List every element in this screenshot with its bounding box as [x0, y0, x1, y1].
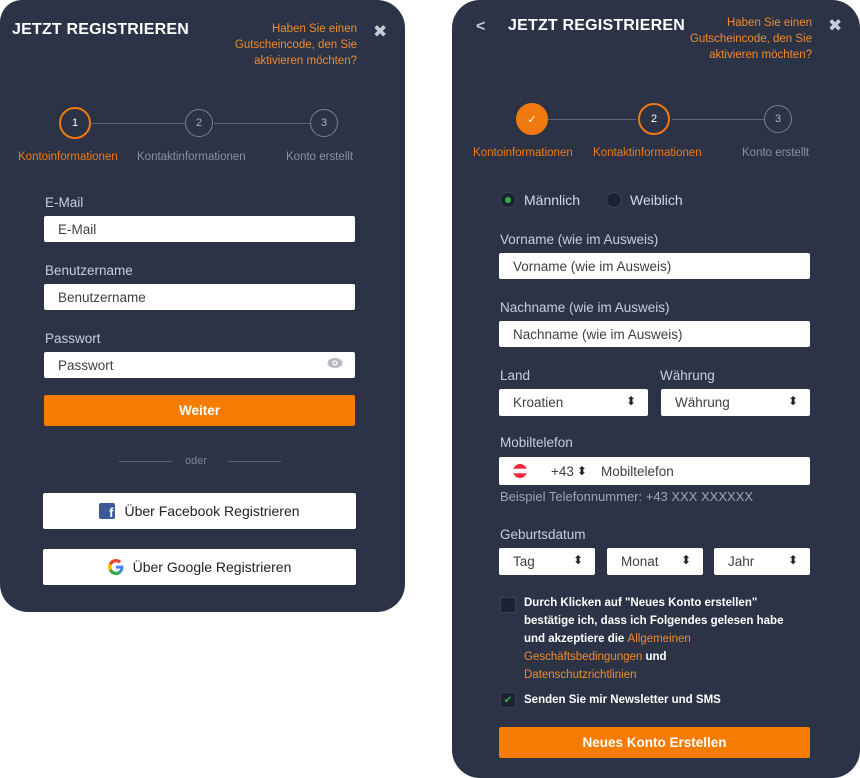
voucher-code-link[interactable]: Haben Sie einen Gutscheincode, den Sie a…: [632, 15, 812, 63]
month-value: Monat: [621, 554, 659, 569]
lastname-field[interactable]: Nachname (wie im Ausweis): [499, 321, 810, 347]
google-icon: [107, 559, 124, 575]
check-icon: ✔: [503, 694, 513, 706]
step-2-circle: 2: [185, 109, 213, 137]
dial-code-arrows-icon[interactable]: ⬍: [577, 464, 587, 478]
dial-code[interactable]: +43: [551, 464, 574, 479]
close-icon[interactable]: ✖: [828, 16, 842, 36]
dob-day-select[interactable]: Tag ⬍: [499, 548, 595, 575]
gender-female-radio[interactable]: [606, 192, 622, 208]
select-arrows-icon: ⬍: [572, 553, 583, 567]
country-label: Land: [500, 368, 531, 383]
radio-selected-dot: [505, 197, 511, 203]
step-connector: [672, 119, 764, 120]
terms-checkbox[interactable]: [500, 597, 516, 613]
step-connector: [548, 119, 636, 120]
currency-value: Währung: [675, 395, 730, 410]
facebook-button-label: Über Facebook Registrieren: [124, 503, 300, 519]
country-value: Kroatien: [513, 395, 564, 410]
select-arrows-icon: ⬍: [787, 394, 798, 408]
step-1-label: Kontoinformationen: [18, 151, 118, 163]
username-label: Benutzername: [45, 263, 133, 278]
terms-link[interactable]: Allgemeinen: [628, 633, 691, 645]
step-2-label: Kontaktinformationen: [593, 147, 702, 159]
terms-text: Durch Klicken auf "Neues Konto erstellen…: [524, 597, 784, 681]
mobile-placeholder: Mobiltelefon: [600, 463, 674, 479]
newsletter-checkbox[interactable]: ✔: [500, 692, 516, 708]
facebook-register-button[interactable]: f Über Facebook Registrieren: [43, 493, 356, 529]
step-connector: [88, 123, 186, 124]
password-field[interactable]: Passwort: [44, 352, 355, 378]
close-icon[interactable]: ✖: [373, 22, 387, 42]
currency-select[interactable]: Währung ⬍: [661, 389, 810, 416]
google-register-button[interactable]: Über Google Registrieren: [43, 549, 356, 585]
newsletter-label: Senden Sie mir Newsletter und SMS: [524, 694, 721, 706]
email-label: E-Mail: [45, 195, 84, 210]
divider-line: [228, 461, 281, 462]
select-arrows-icon: ⬍: [625, 394, 636, 408]
dob-month-select[interactable]: Monat ⬍: [607, 548, 703, 575]
password-label: Passwort: [45, 331, 101, 346]
eye-icon[interactable]: [327, 357, 343, 372]
next-button[interactable]: Weiter: [44, 395, 355, 426]
create-account-button[interactable]: Neues Konto Erstellen: [499, 727, 810, 758]
username-field[interactable]: Benutzername: [44, 284, 355, 310]
select-arrows-icon: ⬍: [680, 553, 691, 567]
dob-year-select[interactable]: Jahr ⬍: [714, 548, 810, 575]
year-value: Jahr: [728, 554, 755, 569]
panel-title: JETZT REGISTRIEREN: [12, 21, 189, 38]
mobile-field[interactable]: +43 ⬍ Mobiltelefon: [499, 457, 810, 485]
select-arrows-icon: ⬍: [787, 553, 798, 567]
gender-male-radio[interactable]: [500, 192, 516, 208]
step-1-label: Kontoinformationen: [473, 147, 573, 159]
facebook-icon: f: [99, 503, 116, 519]
or-text: oder: [185, 455, 208, 467]
step-3-circle: 3: [764, 105, 792, 133]
firstname-label: Vorname (wie im Ausweis): [500, 232, 659, 247]
step-connector: [214, 123, 310, 124]
registration-step1-panel: JETZT REGISTRIEREN Haben Sie einen Gutsc…: [0, 0, 405, 612]
divider-line: [119, 461, 172, 462]
gender-male-label: Männlich: [524, 192, 581, 208]
registration-step2-panel: < JETZT REGISTRIEREN Haben Sie einen Gut…: [452, 0, 860, 778]
lastname-label: Nachname (wie im Ausweis): [500, 300, 670, 315]
austria-flag-icon: [513, 464, 527, 478]
step-2-label: Kontaktinformationen: [137, 151, 246, 163]
step-3-label: Konto erstellt: [286, 151, 354, 163]
currency-label: Währung: [660, 368, 715, 383]
mobile-label: Mobiltelefon: [500, 435, 573, 450]
password-placeholder: Passwort: [58, 357, 114, 373]
country-select[interactable]: Kroatien ⬍: [499, 389, 648, 416]
step-3-label: Konto erstellt: [742, 147, 810, 159]
dob-label: Geburtsdatum: [500, 527, 586, 542]
step-3-circle: 3: [310, 109, 338, 137]
terms-link[interactable]: Geschäftsbedingungen: [524, 651, 642, 663]
step-1-complete-check-icon: ✓: [516, 103, 548, 135]
voucher-code-link[interactable]: Haben Sie einen Gutscheincode, den Sie a…: [177, 21, 357, 69]
google-button-label: Über Google Registrieren: [132, 559, 292, 575]
firstname-field[interactable]: Vorname (wie im Ausweis): [499, 253, 810, 279]
gender-female-label: Weiblich: [630, 192, 683, 208]
day-value: Tag: [513, 554, 535, 569]
step-2-circle: 2: [638, 103, 670, 135]
email-field[interactable]: E-Mail: [44, 216, 355, 242]
privacy-link[interactable]: Datenschutzrichtlinien: [524, 669, 637, 681]
step-1-circle: 1: [59, 107, 91, 139]
phone-example-hint: Beispiel Telefonnummer: +43 XXX XXXXXX: [500, 489, 754, 504]
back-chevron-icon[interactable]: <: [476, 18, 485, 36]
